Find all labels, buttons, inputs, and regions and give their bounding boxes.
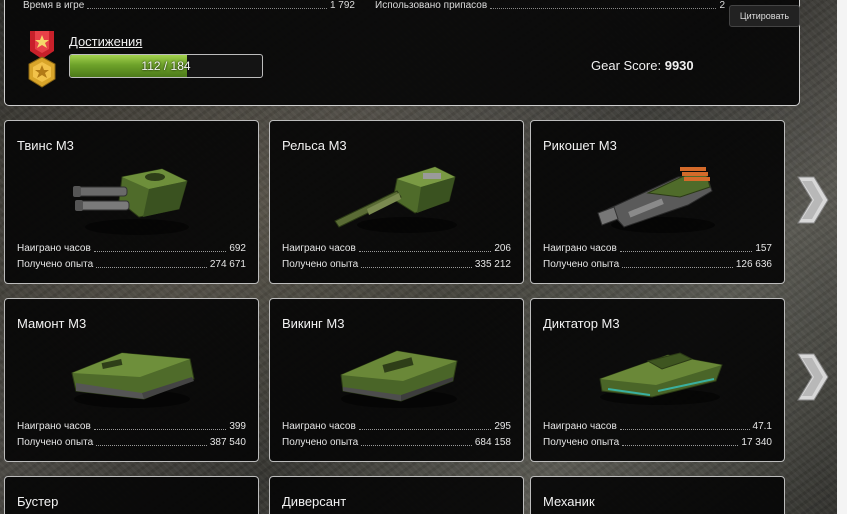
achievements-progress-text: 112 / 184 [141, 59, 191, 73]
dictator-hull-icon [598, 352, 723, 405]
hull-card-viking: Викинг М3 Наиграно часов 295 Получено оп… [269, 298, 524, 462]
hours-played-row: Наиграно часов 295 [282, 421, 511, 433]
stat-label: Использовано припасов [375, 0, 488, 11]
card-title: Механик [543, 494, 595, 509]
stat-supplies-used: Использовано припасов 2 [375, 0, 725, 12]
hours-label: Наиграно часов [543, 243, 617, 254]
stat-label: Время в игре [23, 0, 85, 11]
hours-label: Наиграно часов [543, 421, 617, 432]
stat-value: 2 [719, 0, 725, 11]
turret-card-railgun: Рельса М3 Наиграно часов 206 Получено оп… [269, 120, 524, 284]
module-card-booster: Бустер [4, 476, 259, 514]
hours-label: Наиграно часов [17, 421, 91, 432]
hours-played-row: Наиграно часов 399 [17, 421, 246, 433]
gear-score: Gear Score: 9930 [591, 58, 694, 73]
xp-label: Получено опыта [282, 437, 359, 448]
dot-leader [96, 445, 207, 446]
hours-value: 206 [494, 243, 511, 254]
xp-label: Получено опыта [17, 437, 94, 448]
xp-earned-row: Получено опыта 684 158 [282, 437, 511, 449]
xp-label: Получено опыта [543, 259, 620, 270]
xp-earned-row: Получено опыта 335 212 [282, 259, 511, 271]
ricochet-turret-icon [596, 167, 715, 233]
dot-leader [87, 8, 327, 9]
hours-value: 692 [229, 243, 246, 254]
hours-value: 295 [494, 421, 511, 432]
stat-time-in-game: Время в игре 1 792 [23, 0, 355, 12]
page-edge [837, 0, 847, 514]
xp-value: 17 340 [741, 437, 772, 448]
dot-leader [622, 267, 733, 268]
xp-label: Получено опыта [282, 259, 359, 270]
chevron-right-icon[interactable] [794, 175, 830, 225]
card-title: Викинг М3 [282, 316, 345, 331]
xp-value: 274 671 [209, 259, 246, 270]
xp-value: 387 540 [209, 437, 246, 448]
module-card-saboteur: Диверсант [269, 476, 524, 514]
twins-turret-icon [72, 168, 189, 235]
xp-value: 126 636 [735, 259, 772, 270]
dot-leader [619, 429, 750, 430]
mammoth-hull-icon [70, 352, 195, 408]
hours-label: Наиграно часов [282, 243, 356, 254]
hours-label: Наиграно часов [17, 243, 91, 254]
dot-leader [358, 251, 492, 252]
card-title: Рикошет М3 [543, 138, 617, 153]
dot-leader [93, 251, 227, 252]
dot-leader [96, 267, 207, 268]
hull-card-mammoth: Мамонт М3 Наиграно часов 399 Получено оп… [4, 298, 259, 462]
viking-hull-icon [339, 350, 458, 408]
medal-icon [28, 31, 56, 88]
xp-value: 684 158 [474, 437, 511, 448]
dot-leader [361, 445, 472, 446]
gear-score-value: 9930 [664, 58, 694, 73]
hours-played-row: Наиграно часов 157 [543, 243, 772, 255]
achievements-progress-bar: 112 / 184 [69, 54, 263, 78]
xp-label: Получено опыта [17, 259, 94, 270]
hours-played-row: Наиграно часов 692 [17, 243, 246, 255]
dot-leader [361, 267, 472, 268]
xp-value: 335 212 [474, 259, 511, 270]
hours-value: 47.1 [752, 421, 772, 432]
turret-card-ricochet: Рикошет М3 Наиграно часов 157 Получено о… [530, 120, 785, 284]
card-title: Мамонт М3 [17, 316, 87, 331]
card-title: Рельса М3 [282, 138, 347, 153]
dot-leader [358, 429, 492, 430]
railgun-turret-icon [333, 166, 457, 233]
xp-earned-row: Получено опыта 274 671 [17, 259, 246, 271]
hours-value: 399 [229, 421, 246, 432]
xp-earned-row: Получено опыта 17 340 [543, 437, 772, 449]
card-title: Бустер [17, 494, 59, 509]
module-card-mechanic: Механик [530, 476, 785, 514]
hours-played-row: Наиграно часов 47.1 [543, 421, 772, 433]
chevron-right-icon[interactable] [794, 352, 830, 402]
dot-leader [619, 251, 753, 252]
card-title: Твинс М3 [17, 138, 74, 153]
achievements-link[interactable]: Достижения [69, 34, 142, 49]
gear-score-label: Gear Score: [591, 58, 662, 73]
quote-button[interactable]: Цитировать [729, 5, 800, 27]
xp-label: Получено опыта [543, 437, 620, 448]
card-title: Диктатор М3 [543, 316, 620, 331]
profile-panel: Время в игре 1 792 Использовано припасов… [4, 0, 800, 106]
hours-value: 157 [755, 243, 772, 254]
hours-label: Наиграно часов [282, 421, 356, 432]
dot-leader [490, 8, 717, 9]
xp-earned-row: Получено опыта 387 540 [17, 437, 246, 449]
stat-value: 1 792 [329, 0, 355, 11]
hull-card-dictator: Диктатор М3 Наиграно часов 47.1 Получено… [530, 298, 785, 462]
turret-card-twins: Твинс М3 Наиграно часов 692 Получено опы… [4, 120, 259, 284]
dot-leader [622, 445, 739, 446]
card-title: Диверсант [282, 494, 347, 509]
xp-earned-row: Получено опыта 126 636 [543, 259, 772, 271]
hours-played-row: Наиграно часов 206 [282, 243, 511, 255]
dot-leader [93, 429, 227, 430]
